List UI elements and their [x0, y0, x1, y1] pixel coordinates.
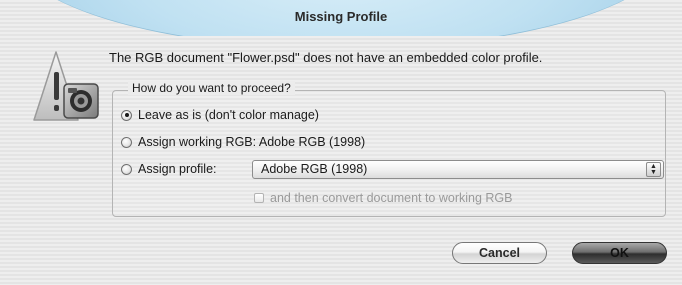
updown-arrows-icon: ▲ ▼ [646, 162, 661, 177]
title-bar[interactable]: Missing Profile [0, 0, 682, 36]
radio-assign-working-rgb[interactable]: Assign working RGB: Adobe RGB (1998) [121, 135, 365, 149]
radio-leave-as-is[interactable]: Leave as is (don't color manage) [121, 108, 319, 122]
profile-select-value: Adobe RGB (1998) [261, 162, 368, 176]
convert-to-working-rgb-checkbox[interactable]: and then convert document to working RGB [254, 191, 513, 205]
message-text: The RGB document "Flower.psd" does not h… [109, 50, 543, 65]
cancel-button[interactable]: Cancel [452, 242, 547, 264]
radio-label: Assign profile: [138, 162, 217, 176]
radio-button[interactable] [121, 163, 132, 175]
window-title: Missing Profile [294, 9, 388, 24]
alert-caution-icon [33, 51, 99, 121]
missing-profile-dialog: Missing Profile The RGB document "Flower… [0, 0, 682, 285]
radio-button[interactable] [121, 136, 132, 148]
radio-label: Leave as is (don't color manage) [138, 108, 319, 122]
checkbox[interactable] [254, 193, 264, 203]
ok-button[interactable]: OK [572, 242, 667, 264]
radio-assign-profile[interactable]: Assign profile: [121, 162, 217, 176]
checkbox-label: and then convert document to working RGB [270, 191, 513, 205]
group-legend: How do you want to proceed? [128, 81, 295, 95]
radio-label: Assign working RGB: Adobe RGB (1998) [138, 135, 366, 149]
profile-select[interactable]: Adobe RGB (1998) ▲ ▼ [252, 160, 664, 179]
radio-button[interactable] [121, 109, 132, 121]
